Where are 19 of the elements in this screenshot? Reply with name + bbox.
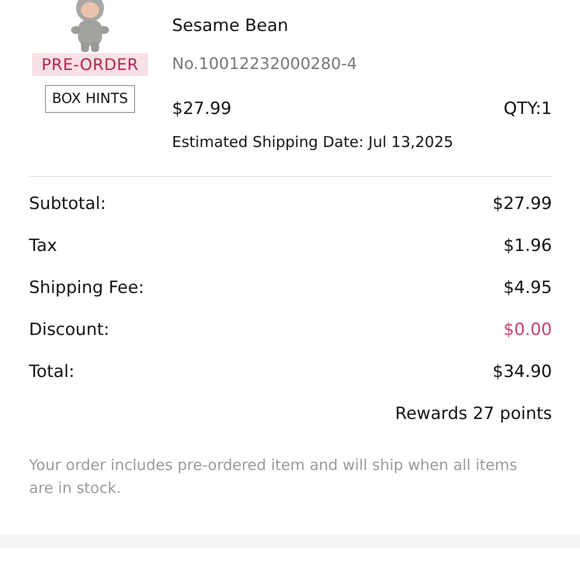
summary-value: $27.99: [492, 194, 552, 216]
pre-order-badge: PRE-ORDER: [32, 53, 148, 76]
pre-order-note: Your order includes pre-ordered item and will ship when all items are in stock.: [29, 455, 518, 499]
summary-value: $1.96: [503, 236, 552, 258]
summary-value: $4.95: [503, 278, 552, 300]
shipping-date: Estimated Shipping Date: Jul 13,2025: [172, 133, 454, 151]
summary-label: Shipping Fee:: [29, 278, 144, 300]
product-price: $27.99: [172, 99, 232, 121]
box-hints-button[interactable]: BOX HINTS: [44, 85, 136, 113]
summary-label: Tax: [29, 236, 58, 258]
product-name: Sesame Bean: [172, 16, 290, 38]
summary-label: Subtotal:: [29, 194, 106, 216]
rewards-points: Rewards 27 points: [395, 404, 552, 424]
summary-value: $0.00: [503, 320, 552, 342]
summary-label: Discount:: [29, 320, 110, 342]
quantity-label: QTY:1: [504, 99, 552, 121]
summary-value: $34.90: [492, 362, 552, 384]
product-number: No.10012232000280-4: [172, 54, 358, 75]
summary-label: Total:: [29, 362, 74, 384]
